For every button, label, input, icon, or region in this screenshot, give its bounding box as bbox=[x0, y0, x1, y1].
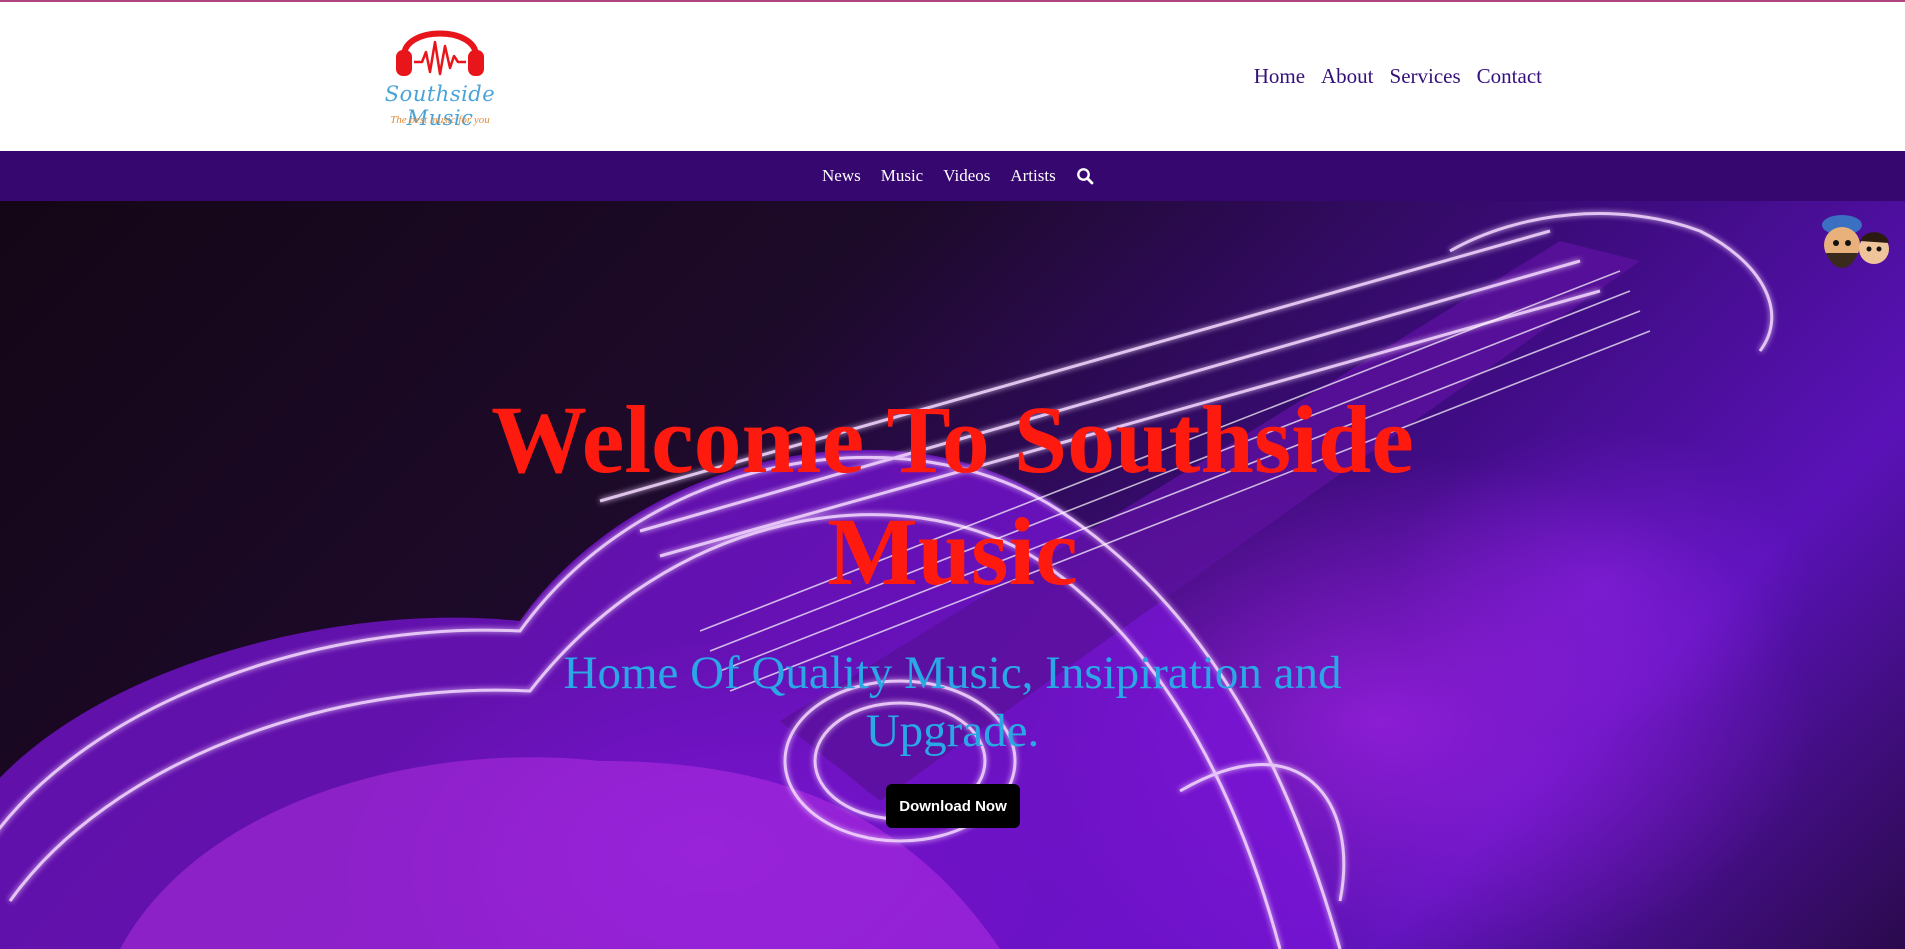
search-icon[interactable] bbox=[1076, 167, 1094, 185]
category-nav: News Music Videos Artists bbox=[0, 151, 1905, 201]
site-header: Southside Music The best music for you H… bbox=[0, 2, 1905, 151]
main-nav: Home About Services Contact bbox=[1254, 64, 1542, 89]
nav-link-about[interactable]: About bbox=[1321, 64, 1374, 89]
category-link-videos[interactable]: Videos bbox=[943, 166, 990, 186]
cartoon-characters-avatar[interactable] bbox=[1814, 215, 1894, 279]
nav-link-services[interactable]: Services bbox=[1390, 64, 1461, 89]
hero-title: Welcome To Southside Music bbox=[491, 386, 1414, 605]
headphones-waveform-icon bbox=[396, 30, 484, 76]
category-link-music[interactable]: Music bbox=[881, 166, 924, 186]
category-link-artists[interactable]: Artists bbox=[1010, 166, 1055, 186]
site-logo[interactable]: Southside Music The best music for you bbox=[360, 16, 520, 131]
download-now-button[interactable]: Download Now bbox=[886, 784, 1020, 828]
category-link-news[interactable]: News bbox=[822, 166, 861, 186]
hero-banner: Welcome To Southside Music Home Of Quali… bbox=[0, 201, 1905, 949]
nav-link-home[interactable]: Home bbox=[1254, 64, 1305, 89]
nav-link-contact[interactable]: Contact bbox=[1477, 64, 1542, 89]
logo-tagline: The best music for you bbox=[390, 114, 490, 126]
hero-subtitle: Home Of Quality Music, Insipiration and … bbox=[563, 647, 1342, 757]
